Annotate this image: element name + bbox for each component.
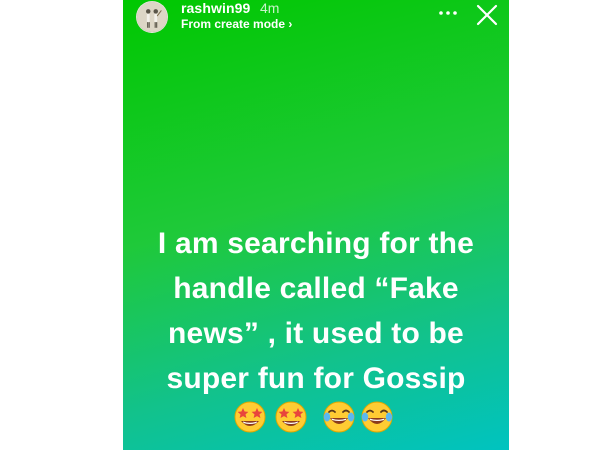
- close-icon: [476, 4, 498, 26]
- story-text-line: super fun for Gossip: [166, 362, 466, 395]
- timestamp: 4m: [260, 0, 280, 16]
- more-dots-icon: [439, 11, 457, 15]
- story-header: rashwin99 4m From create mode ›: [123, 0, 509, 40]
- avatar-image: [137, 2, 167, 32]
- story-text-line: news” , it used to be: [168, 317, 464, 350]
- page: rashwin99 4m From create mode › I am sea…: [0, 0, 600, 450]
- star-struck-emoji-icon: [233, 400, 267, 434]
- story-card[interactable]: rashwin99 4m From create mode › I am sea…: [123, 0, 509, 450]
- close-button[interactable]: [475, 3, 499, 27]
- star-struck-emoji-icon: [274, 400, 308, 434]
- story-text: I am searching for the handle called “Fa…: [133, 221, 499, 401]
- tears-of-joy-emoji-icon: [360, 400, 394, 434]
- more-options-button[interactable]: [437, 4, 459, 22]
- username[interactable]: rashwin99: [181, 0, 250, 16]
- avatar[interactable]: [136, 1, 168, 33]
- story-text-line: I am searching for the: [157, 227, 475, 260]
- tears-of-joy-emoji-icon: [322, 400, 356, 434]
- story-text-line: handle called “Fake: [173, 272, 459, 305]
- emoji-row: [123, 400, 509, 440]
- create-mode-link[interactable]: From create mode ›: [181, 17, 292, 31]
